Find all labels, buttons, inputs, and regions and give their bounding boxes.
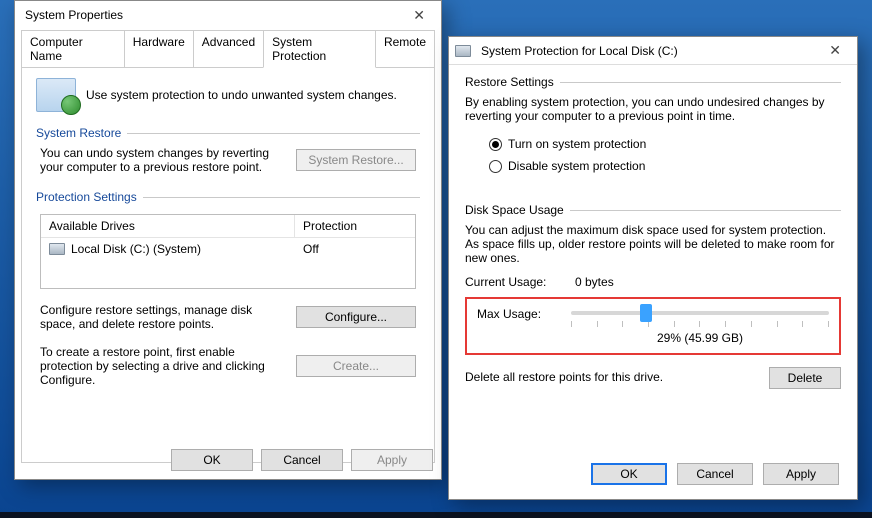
system-protection-dialog: System Protection for Local Disk (C:) ✕ … [448, 36, 858, 500]
slider-thumb[interactable] [640, 304, 652, 322]
configure-button[interactable]: Configure... [296, 306, 416, 328]
tab-page-system-protection: Use system protection to undo unwanted s… [21, 67, 435, 463]
group-header-disk-space: Disk Space Usage [465, 203, 564, 217]
system-properties-window: System Properties ✕ Computer NameHardwar… [14, 0, 442, 480]
configure-text: Configure restore settings, manage disk … [40, 303, 286, 331]
window-title: System Protection for Local Disk (C:) [477, 44, 678, 58]
delete-text: Delete all restore points for this drive… [465, 367, 759, 384]
system-restore-button[interactable]: System Restore... [296, 149, 416, 171]
tab-strip: Computer NameHardwareAdvancedSystem Prot… [21, 29, 435, 67]
radio-icon [489, 138, 502, 151]
tab-remote[interactable]: Remote [375, 30, 435, 68]
radio-icon [489, 160, 502, 173]
delete-button[interactable]: Delete [769, 367, 841, 389]
radio-label: Disable system protection [508, 159, 645, 173]
current-usage-label: Current Usage: [465, 275, 575, 289]
drive-protection-value: Off [295, 238, 415, 260]
titlebar[interactable]: System Properties ✕ [15, 1, 441, 29]
tab-advanced[interactable]: Advanced [193, 30, 264, 68]
slider-caption: 29% (45.99 GB) [571, 331, 829, 345]
create-text: To create a restore point, first enable … [40, 345, 286, 387]
radio-disable[interactable]: Disable system protection [465, 155, 841, 177]
drive-name: Local Disk (C:) (System) [71, 242, 201, 256]
restore-settings-text: By enabling system protection, you can u… [465, 95, 841, 123]
apply-button[interactable]: Apply [351, 449, 433, 471]
apply-button[interactable]: Apply [763, 463, 839, 485]
divider [570, 210, 841, 211]
max-usage-label: Max Usage: [477, 305, 559, 321]
cancel-button[interactable]: Cancel [677, 463, 753, 485]
drive-icon [49, 243, 65, 255]
create-button[interactable]: Create... [296, 355, 416, 377]
column-header-protection[interactable]: Protection [295, 215, 415, 237]
tab-hardware[interactable]: Hardware [124, 30, 194, 68]
column-header-drives[interactable]: Available Drives [41, 215, 295, 237]
disk-space-text: You can adjust the maximum disk space us… [465, 223, 841, 265]
current-usage-value: 0 bytes [575, 275, 614, 289]
group-header-restore-settings: Restore Settings [465, 75, 554, 89]
intro-text: Use system protection to undo unwanted s… [86, 88, 397, 102]
titlebar[interactable]: System Protection for Local Disk (C:) ✕ [449, 37, 857, 65]
cancel-button[interactable]: Cancel [261, 449, 343, 471]
ok-button[interactable]: OK [591, 463, 667, 485]
close-icon[interactable]: ✕ [403, 5, 435, 26]
group-header-system-restore: System Restore [36, 126, 121, 140]
radio-turn-on[interactable]: Turn on system protection [465, 133, 841, 155]
radio-label: Turn on system protection [508, 137, 646, 151]
max-usage-region: Max Usage: 29% (45.99 GB) [465, 297, 841, 355]
system-restore-text: You can undo system changes by reverting… [40, 146, 286, 174]
tab-computer-name[interactable]: Computer Name [21, 30, 125, 68]
drive-icon [455, 45, 471, 57]
drives-table: Available Drives Protection Local Disk (… [40, 214, 416, 289]
window-title: System Properties [21, 8, 123, 22]
system-protection-icon [36, 78, 76, 112]
tab-system-protection[interactable]: System Protection [263, 30, 376, 68]
ok-button[interactable]: OK [171, 449, 253, 471]
close-icon[interactable]: ✕ [819, 40, 851, 61]
table-row[interactable]: Local Disk (C:) (System) Off [41, 238, 415, 260]
divider [143, 197, 420, 198]
divider [127, 133, 420, 134]
max-usage-slider[interactable] [571, 311, 829, 315]
slider-ticks [571, 321, 829, 327]
group-header-protection-settings: Protection Settings [36, 190, 137, 204]
divider [560, 82, 841, 83]
